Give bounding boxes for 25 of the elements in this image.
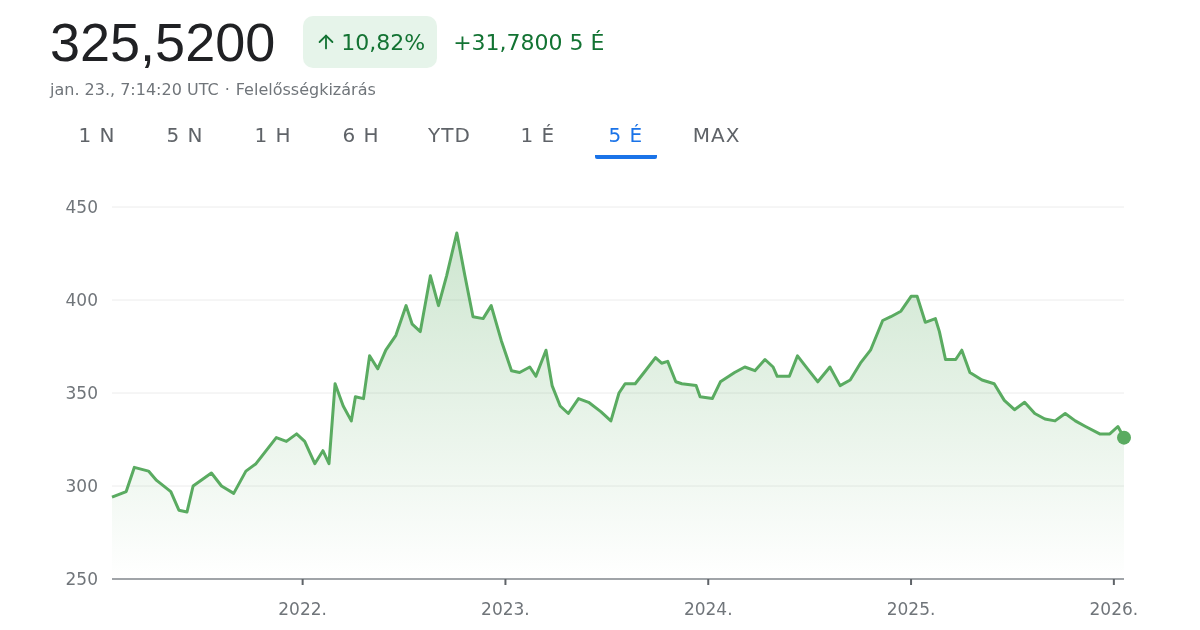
timestamp: jan. 23., 7:14:20 UTC (50, 80, 219, 99)
y-axis-label: 300 (65, 476, 98, 496)
disclaimer-link[interactable]: Felelősségkizárás (235, 80, 376, 99)
range-tab[interactable]: 5 É (594, 117, 657, 159)
range-tab[interactable]: 6 H (330, 117, 392, 159)
range-tab[interactable]: 1 É (506, 117, 569, 159)
x-axis-label: 2026. (1089, 599, 1139, 619)
stock-price: 325,5200 (50, 11, 276, 74)
range-tab[interactable]: YTD (418, 117, 481, 159)
range-tab[interactable]: 1 H (242, 117, 304, 159)
x-axis-label: 2024. (683, 599, 733, 619)
x-axis-label: 2022. (278, 599, 327, 619)
x-axis-label: 2025. (886, 599, 936, 619)
range-tab[interactable]: 5 N (154, 117, 216, 159)
x-axis-label: 2023. (481, 599, 530, 619)
y-axis-label: 450 (65, 197, 98, 217)
current-price-dot (1117, 430, 1131, 445)
y-axis-label: 400 (65, 290, 98, 310)
y-axis-label: 250 (65, 569, 98, 589)
range-tab[interactable]: MAX (682, 117, 751, 159)
change-percent-badge: 10,82% (303, 16, 438, 68)
separator: · (224, 80, 230, 99)
y-axis-label: 350 (65, 383, 98, 403)
range-tab[interactable]: 1 N (66, 117, 128, 159)
change-amount: +31,7800 5 É (453, 29, 605, 55)
